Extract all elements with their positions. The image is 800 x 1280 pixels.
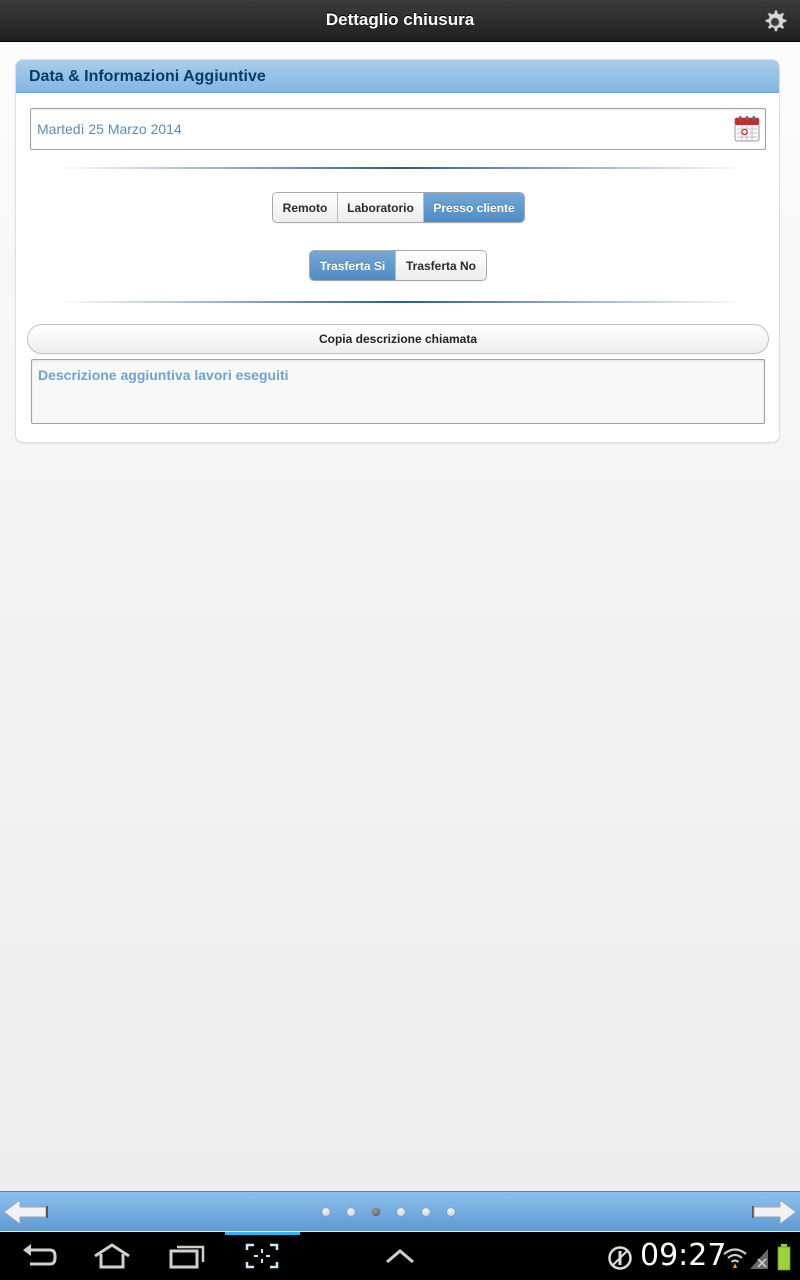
page-title: Dettaglio chiusura — [325, 10, 475, 29]
wifi-icon — [723, 1248, 747, 1268]
pager-bar — [0, 1191, 800, 1231]
divider-bottom — [56, 301, 746, 303]
chevron-up-icon[interactable] — [384, 1242, 416, 1270]
copy-description-button[interactable]: Copia descrizione chiamata — [27, 324, 769, 354]
page-dot[interactable] — [422, 1208, 430, 1216]
page-indicator — [322, 1208, 455, 1216]
recent-apps-icon[interactable] — [168, 1242, 206, 1270]
home-icon[interactable] — [92, 1242, 132, 1270]
selection-indicator — [225, 1232, 300, 1235]
travel-selector: Trasferta Si Trasferta No — [309, 250, 487, 281]
calendar-icon[interactable] — [733, 115, 761, 143]
page-dot-current[interactable] — [372, 1208, 380, 1216]
screenshot-icon[interactable] — [244, 1242, 280, 1270]
back-icon[interactable] — [20, 1242, 58, 1270]
arrow-left-icon[interactable] — [2, 1196, 50, 1228]
clock: 09:27 — [640, 1238, 727, 1273]
option-presso-cliente[interactable]: Presso cliente — [424, 193, 524, 222]
date-field[interactable]: Martedì 25 Marzo 2014 — [30, 108, 766, 150]
location-selector: Remoto Laboratorio Presso cliente — [272, 192, 525, 223]
details-panel: Data & Informazioni Aggiuntive Martedì 2… — [15, 59, 780, 443]
arrow-right-icon[interactable] — [750, 1196, 798, 1228]
gear-icon[interactable] — [762, 9, 788, 35]
date-value: Martedì 25 Marzo 2014 — [37, 121, 182, 137]
panel-header: Data & Informazioni Aggiuntive — [16, 60, 779, 93]
option-laboratorio[interactable]: Laboratorio — [338, 193, 424, 222]
option-remoto[interactable]: Remoto — [273, 193, 338, 222]
description-textarea[interactable] — [31, 359, 765, 424]
page-dot[interactable] — [347, 1208, 355, 1216]
signal-icon — [750, 1249, 768, 1269]
option-trasferta-si[interactable]: Trasferta Si — [310, 251, 396, 280]
panel-title: Data & Informazioni Aggiuntive — [29, 68, 266, 85]
usb-debug-icon — [608, 1246, 632, 1270]
divider-top — [56, 167, 746, 169]
page-dot[interactable] — [397, 1208, 405, 1216]
system-navigation-bar: 09:27 — [0, 1232, 800, 1280]
page-dot[interactable] — [447, 1208, 455, 1216]
battery-icon — [777, 1244, 791, 1271]
page-dot[interactable] — [322, 1208, 330, 1216]
option-trasferta-no[interactable]: Trasferta No — [396, 251, 486, 280]
header-bar: Dettaglio chiusura — [0, 0, 800, 42]
